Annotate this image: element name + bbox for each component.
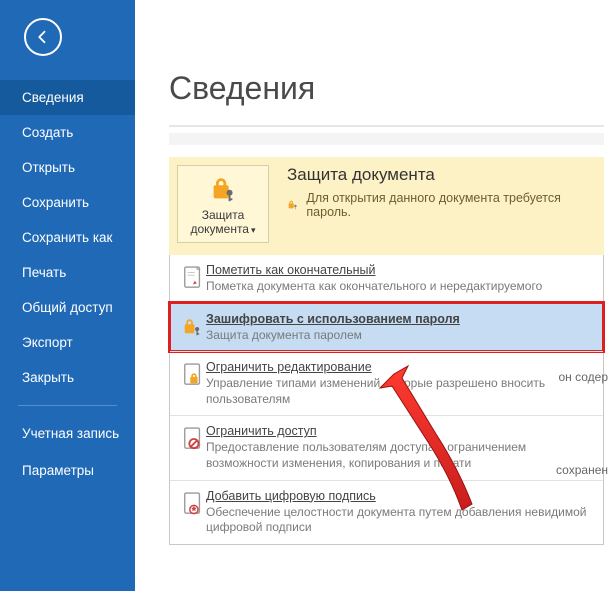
dropdown-title: Ограничить доступ [206,424,593,438]
dropdown-title: Зашифровать с использованием пароля [206,312,593,326]
dropdown-title: Пометить как окончательный [206,263,593,277]
protect-dropdown: Пометить как окончательный Пометка докуме… [169,255,604,545]
dropdown-item-encrypt-password[interactable]: Зашифровать с использованием пароля Защит… [170,303,603,352]
dropdown-item-mark-final[interactable]: Пометить как окончательный Пометка докуме… [170,255,603,303]
title-underline [169,125,604,127]
back-button[interactable] [24,18,62,56]
dropdown-desc: Защита документа паролем [206,328,593,344]
sidebar-item-share[interactable]: Общий доступ [0,290,135,325]
dropdown-item-restrict-editing[interactable]: Ограничить редактирование Управление типа… [170,351,603,415]
protect-note-text: Для открытия данного документа требуется… [306,191,596,219]
sidebar-item-open[interactable]: Открыть [0,150,135,185]
sidebar-nav: Сведения Создать Открыть Сохранить Сохра… [0,80,135,488]
digital-signature-icon [180,489,206,536]
lock-key-icon [180,312,206,344]
arrow-left-icon [34,28,52,46]
key-icon [287,198,300,212]
dropdown-item-digital-signature[interactable]: Добавить цифровую подпись Обеспечение цел… [170,480,603,544]
aside-text-saved: сохранен [556,463,608,477]
sidebar-item-save-as[interactable]: Сохранить как [0,220,135,255]
restrict-access-icon [180,424,206,471]
sidebar-item-options[interactable]: Параметры [0,453,135,488]
chevron-down-icon: ▾ [251,225,256,235]
sidebar-item-export[interactable]: Экспорт [0,325,135,360]
protect-button-label: Защита документа [190,208,249,236]
main-panel: Сведения Защита документа▾ Защита докуме… [135,0,610,591]
title-underline-thick [169,133,604,145]
mark-final-icon [180,263,206,295]
aside-text-contains: он содер [558,370,608,384]
lock-key-icon [208,174,238,204]
sidebar-item-save[interactable]: Сохранить [0,185,135,220]
restrict-editing-icon [180,360,206,407]
backstage-sidebar: Сведения Создать Открыть Сохранить Сохра… [0,0,135,591]
dropdown-desc: Управление типами изменений, которые раз… [206,376,593,407]
sidebar-item-account[interactable]: Учетная запись [0,416,135,453]
protect-document-panel: Защита документа▾ Защита документа Для о… [169,157,604,255]
sidebar-item-new[interactable]: Создать [0,115,135,150]
dropdown-desc: Предоставление пользователям доступа с о… [206,440,593,471]
protect-note: Для открытия данного документа требуется… [287,191,596,219]
protect-info: Защита документа Для открытия данного до… [269,165,596,243]
dropdown-title: Ограничить редактирование [206,360,593,374]
dropdown-desc: Обеспечение целостности документа путем … [206,505,593,536]
protect-heading: Защита документа [287,165,596,185]
sidebar-item-close[interactable]: Закрыть [0,360,135,395]
sidebar-item-print[interactable]: Печать [0,255,135,290]
dropdown-item-restrict-access[interactable]: Ограничить доступ Предоставление пользова… [170,415,603,479]
dropdown-desc: Пометка документа как окончательного и н… [206,279,593,295]
protect-document-button[interactable]: Защита документа▾ [177,165,269,243]
dropdown-title: Добавить цифровую подпись [206,489,593,503]
page-title: Сведения [169,70,610,107]
sidebar-divider [18,405,117,406]
sidebar-item-info[interactable]: Сведения [0,80,135,115]
